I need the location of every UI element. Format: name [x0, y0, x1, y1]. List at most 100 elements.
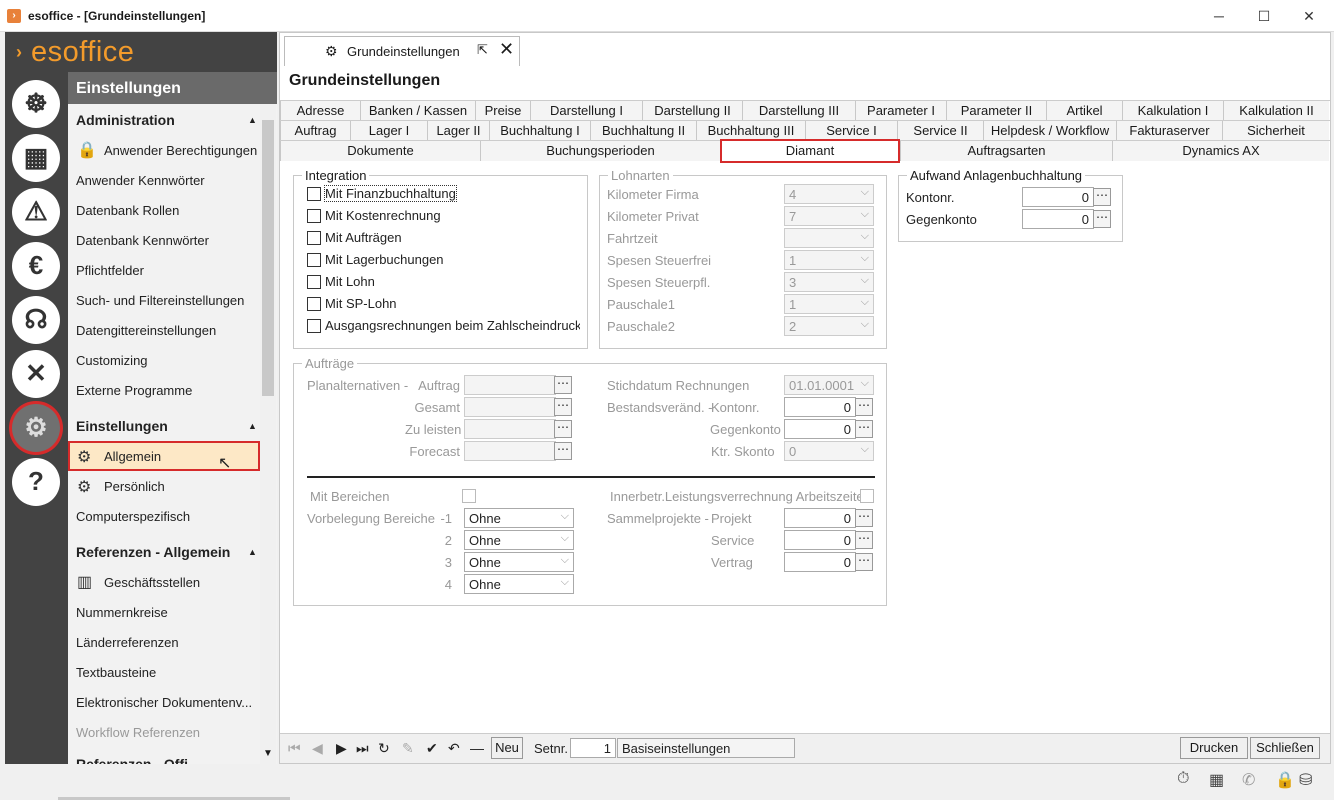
close-tab-icon[interactable]: ✕	[499, 39, 514, 60]
tools-icon[interactable]: ✕	[12, 350, 60, 398]
nav-item-customizing[interactable]: Customizing	[76, 353, 148, 368]
nav-section-einstellungen[interactable]: Einstellungen ▲	[76, 418, 257, 434]
nav-item-elektronisch[interactable]: Elektronischer Dokumentenv...	[76, 695, 252, 710]
vorbelegung-select[interactable]: Ohne ⌵	[464, 552, 574, 572]
collapse-caret-icon[interactable]: ▲	[248, 421, 257, 431]
database-icon[interactable]: ⛁	[1299, 770, 1312, 790]
nav-item-persoenlich[interactable]: Persönlich	[104, 479, 165, 494]
tab-helpdesk-workflow[interactable]: Helpdesk / Workflow	[983, 121, 1116, 141]
scroll-down-icon[interactable]: ▼	[263, 748, 273, 759]
nav-item-workflow[interactable]: Workflow Referenzen	[76, 725, 200, 740]
planalternative-lookup-button[interactable]: ⋯	[554, 376, 572, 394]
nav-item-nummernkreise[interactable]: Nummernkreise	[76, 605, 168, 620]
collapse-caret-icon[interactable]: ▲	[248, 547, 257, 557]
planalternative-field[interactable]	[464, 397, 556, 417]
tab-diamant[interactable]: Diamant	[720, 139, 900, 163]
nav-item-textbausteine[interactable]: Textbausteine	[76, 665, 156, 680]
bestand-kontonr-lookup-button[interactable]: ⋯	[855, 398, 873, 416]
integration-checkbox[interactable]	[307, 231, 321, 245]
planalternative-lookup-button[interactable]: ⋯	[554, 420, 572, 438]
gegenkonto-field[interactable]: 0	[1022, 209, 1094, 229]
first-record-icon[interactable]: ⏮	[288, 740, 301, 757]
nav-item-pflichtfelder[interactable]: Pflichtfelder	[76, 263, 144, 278]
tab-kalkulation-ii[interactable]: Kalkulation II	[1223, 101, 1329, 121]
kontonr-lookup-button[interactable]: ⋯	[1093, 188, 1111, 206]
nav-scrollbar-thumb[interactable]	[262, 120, 274, 396]
planalternative-field[interactable]	[464, 441, 556, 461]
nav-item-allgemein[interactable]: Allgemein	[104, 449, 161, 464]
tab-kalkulation-i[interactable]: Kalkulation I	[1122, 101, 1223, 121]
nav-item-computerspezifisch[interactable]: Computerspezifisch	[76, 509, 190, 524]
tab-buchungsperioden[interactable]: Buchungsperioden	[480, 141, 720, 161]
lohnart-field[interactable]: 7 ⌵	[784, 206, 874, 226]
tab-dynamics-ax[interactable]: Dynamics AX	[1112, 141, 1329, 161]
bestand-kontonr-field[interactable]: 0	[784, 397, 856, 417]
tab-parameter-i[interactable]: Parameter I	[855, 101, 946, 121]
vorbelegung-select[interactable]: Ohne ⌵	[464, 508, 574, 528]
delete-icon[interactable]: —	[470, 740, 484, 756]
integration-checkbox[interactable]	[307, 297, 321, 311]
tab-buchhaltung-i[interactable]: Buchhaltung I	[489, 121, 590, 141]
tab-service-ii[interactable]: Service II	[897, 121, 983, 141]
nav-item-datenbank-kennwoerter[interactable]: Datenbank Kennwörter	[76, 233, 209, 248]
projekt-field[interactable]: 0	[784, 508, 856, 528]
vorbelegung-select[interactable]: Ohne ⌵	[464, 530, 574, 550]
next-record-icon[interactable]: ▶	[336, 740, 347, 757]
planalternative-lookup-button[interactable]: ⋯	[554, 442, 572, 460]
tab-lager-i[interactable]: Lager I	[350, 121, 427, 141]
lohnart-field[interactable]: 4 ⌵	[784, 184, 874, 204]
bereiche-checkbox[interactable]	[462, 489, 476, 503]
tab-preise[interactable]: Preise	[475, 101, 530, 121]
bestand-gegen-lookup-button[interactable]: ⋯	[855, 420, 873, 438]
kontonr-field[interactable]: 0	[1022, 187, 1094, 207]
nav-item-externe-programme[interactable]: Externe Programme	[76, 383, 192, 398]
calendar-icon[interactable]: ▦	[12, 134, 60, 182]
tab-buchhaltung-iii[interactable]: Buchhaltung III	[696, 121, 805, 141]
tab-auftrag[interactable]: Auftrag	[280, 121, 350, 141]
print-button[interactable]: Drucken	[1180, 737, 1248, 759]
integration-checkbox[interactable]	[307, 209, 321, 223]
calculator-icon[interactable]: ▦	[1209, 770, 1224, 790]
gegenkonto-lookup-button[interactable]: ⋯	[1093, 210, 1111, 228]
integration-checkbox[interactable]	[307, 187, 321, 201]
nav-scrollbar[interactable]: ▼	[260, 104, 276, 764]
bestand-gegen-field[interactable]: 0	[784, 419, 856, 439]
document-tab[interactable]: ⚙ Grundeinstellungen ⇱ ✕	[284, 36, 520, 66]
tab-service-i[interactable]: Service I	[805, 121, 897, 141]
planalternative-lookup-button[interactable]: ⋯	[554, 398, 572, 416]
integration-checkbox[interactable]	[307, 275, 321, 289]
close-form-button[interactable]: Schließen	[1250, 737, 1320, 759]
nav-item-datengitter[interactable]: Datengittereinstellungen	[76, 323, 216, 338]
nav-section-referenzen-office[interactable]: Referenzen - Offi...	[76, 756, 200, 764]
nav-item-laenderreferenzen[interactable]: Länderreferenzen	[76, 635, 179, 650]
lohnart-field[interactable]: 2 ⌵	[784, 316, 874, 336]
nav-item-geschaeftsstellen[interactable]: Geschäftsstellen	[104, 575, 200, 590]
maximize-button[interactable]: ☐	[1241, 4, 1287, 28]
close-button[interactable]: ✕	[1286, 4, 1332, 28]
tab-darstellung-ii[interactable]: Darstellung II	[642, 101, 742, 121]
popout-icon[interactable]: ⇱	[477, 42, 488, 58]
lock-icon[interactable]: 🔒	[1275, 770, 1295, 790]
edit-icon[interactable]: ✎	[402, 740, 414, 757]
tab-banken-kassen[interactable]: Banken / Kassen	[360, 101, 475, 121]
skonto-field[interactable]: 0 ⌵	[784, 441, 874, 461]
planalternative-field[interactable]	[464, 375, 556, 395]
tab-auftragsarten[interactable]: Auftragsarten	[900, 141, 1112, 161]
save-check-icon[interactable]: ✔	[426, 740, 438, 757]
euro-icon[interactable]: €	[12, 242, 60, 290]
last-record-icon[interactable]: ⏭	[356, 740, 369, 757]
innerbetr-checkbox[interactable]	[860, 489, 874, 503]
refresh-icon[interactable]: ↻	[378, 740, 390, 757]
tab-buchhaltung-ii[interactable]: Buchhaltung II	[590, 121, 696, 141]
stichdatum-field[interactable]: 01.01.0001 ⌵	[784, 375, 874, 395]
lohnart-field[interactable]: 3 ⌵	[784, 272, 874, 292]
tab-fakturaserver[interactable]: Fakturaserver	[1116, 121, 1222, 141]
tab-sicherheit[interactable]: Sicherheit	[1222, 121, 1329, 141]
tab-artikel[interactable]: Artikel	[1046, 101, 1122, 121]
headset-icon[interactable]: ☊	[12, 296, 60, 344]
projekt-lookup-button[interactable]: ⋯	[855, 509, 873, 527]
lohnart-field[interactable]: ⌵	[784, 228, 874, 248]
collapse-caret-icon[interactable]: ▲	[248, 115, 257, 125]
prev-record-icon[interactable]: ◀	[312, 740, 323, 757]
tab-darstellung-iii[interactable]: Darstellung III	[742, 101, 855, 121]
